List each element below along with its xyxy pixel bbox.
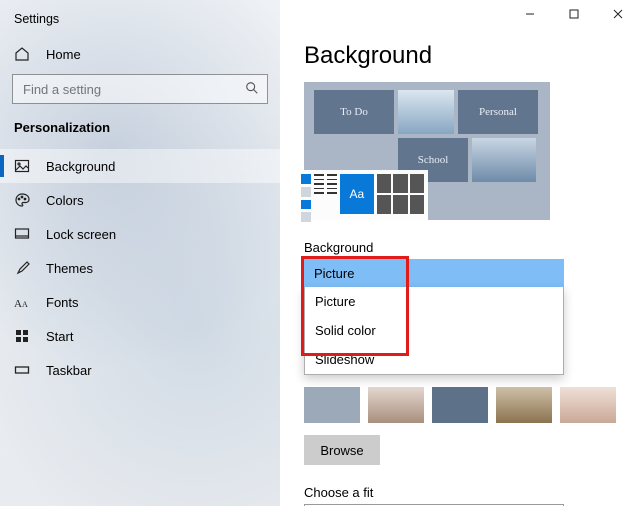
preview-taskbar: Aa (298, 170, 428, 226)
nav-label: Lock screen (46, 227, 116, 242)
nav-fonts[interactable]: AA Fonts (0, 285, 280, 319)
taskbar-icon (14, 362, 30, 378)
font-icon: AA (14, 294, 30, 310)
recent-images (304, 387, 616, 423)
nav-start[interactable]: Start (0, 319, 280, 353)
search-input[interactable] (21, 81, 245, 98)
section-title: Personalization (0, 114, 280, 149)
dropdown-option-picture[interactable]: Picture (305, 287, 563, 316)
nav-themes[interactable]: Themes (0, 251, 280, 285)
recent-image[interactable] (560, 387, 616, 423)
background-type-dropdown[interactable]: Picture Picture Solid color Slideshow (304, 259, 564, 375)
browse-button[interactable]: Browse (304, 435, 380, 465)
nav-label: Start (46, 329, 73, 344)
brush-icon (14, 260, 30, 276)
dropdown-selected[interactable]: Picture (304, 259, 564, 287)
palette-icon (14, 192, 30, 208)
desktop-preview: To Do Personal School Aa (304, 82, 550, 220)
lockscreen-icon (14, 226, 30, 242)
nav-label: Themes (46, 261, 93, 276)
nav-label: Fonts (46, 295, 79, 310)
sidebar: Settings Home Personalization Background (0, 0, 280, 506)
preview-tile: To Do (314, 90, 394, 134)
recent-image[interactable] (496, 387, 552, 423)
dropdown-option-slideshow[interactable]: Slideshow (305, 345, 563, 374)
start-icon (14, 328, 30, 344)
page-title: Background (280, 28, 640, 76)
nav-lockscreen[interactable]: Lock screen (0, 217, 280, 251)
main-panel: Background To Do Personal School Aa Back… (280, 0, 640, 506)
nav-label: Colors (46, 193, 84, 208)
nav-taskbar[interactable]: Taskbar (0, 353, 280, 387)
settings-window: Settings Home Personalization Background (0, 0, 640, 506)
nav-label: Taskbar (46, 363, 92, 378)
search-icon (245, 81, 259, 98)
search-box[interactable] (12, 74, 268, 104)
home-icon (14, 46, 30, 62)
svg-text:A: A (22, 300, 28, 309)
preview-tile (398, 90, 454, 134)
close-button[interactable] (596, 0, 640, 28)
nav-label: Background (46, 159, 115, 174)
recent-image[interactable] (368, 387, 424, 423)
preview-tile (472, 138, 536, 182)
dropdown-option-solidcolor[interactable]: Solid color (305, 316, 563, 345)
preview-sample-text: Aa (340, 174, 374, 214)
titlebar (280, 0, 640, 28)
recent-image[interactable] (432, 387, 488, 423)
home-label: Home (46, 47, 81, 62)
dropdown-list: Picture Solid color Slideshow (304, 287, 564, 375)
svg-text:A: A (14, 298, 22, 310)
preview-tile: Personal (458, 90, 538, 134)
app-title: Settings (0, 10, 280, 34)
recent-image[interactable] (304, 387, 360, 423)
minimize-button[interactable] (508, 0, 552, 28)
home-nav[interactable]: Home (0, 40, 280, 68)
nav-colors[interactable]: Colors (0, 183, 280, 217)
picture-icon (14, 158, 30, 174)
nav-background[interactable]: Background (0, 149, 280, 183)
fit-section-label: Choose a fit (280, 465, 640, 502)
maximize-button[interactable] (552, 0, 596, 28)
